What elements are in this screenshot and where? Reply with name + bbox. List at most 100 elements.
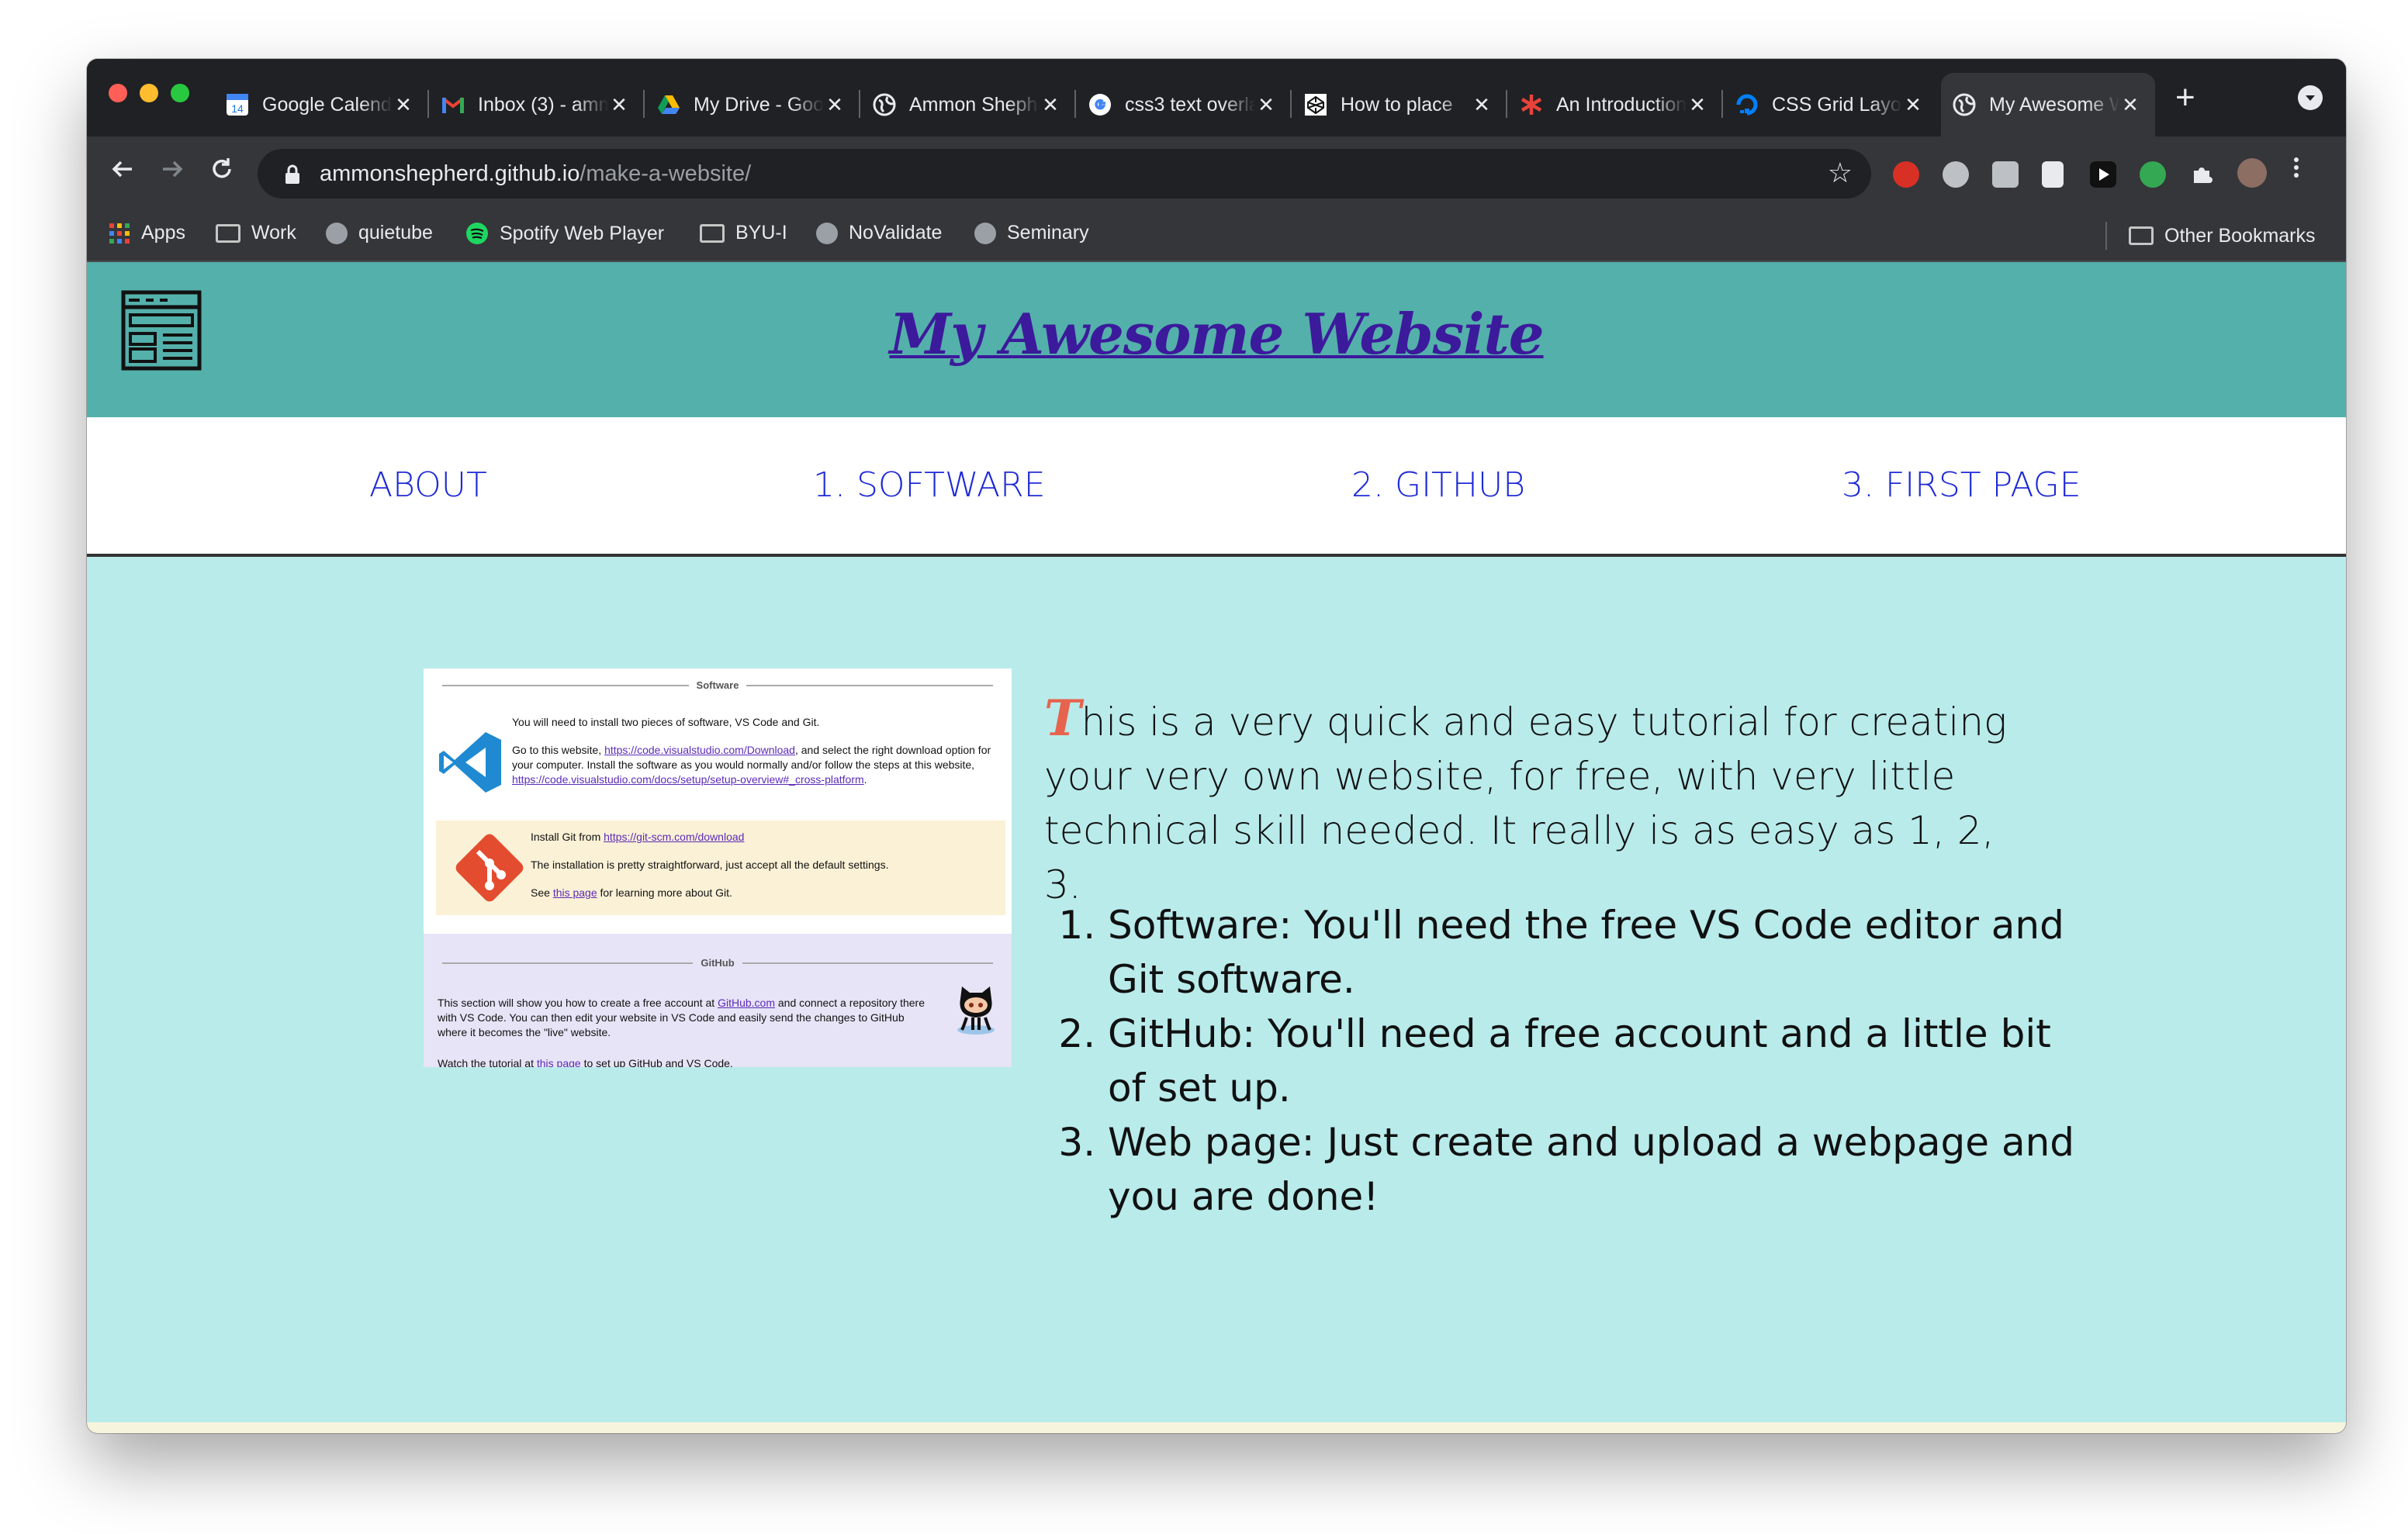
other-bookmarks[interactable]: Other Bookmarks [2105,222,2316,250]
preview-github-section: GitHub This section will show you how to… [424,934,1012,1067]
preview-github-cut-link[interactable]: this page [537,1057,581,1067]
vscode-logo-icon [439,732,501,793]
lock-icon [284,164,301,184]
tab-title: An Introduction [1556,93,1687,116]
camera-extension-icon[interactable] [1992,161,2019,188]
preview-heading-text: Software [696,679,739,691]
puzzle-extensions-icon[interactable] [2189,161,2216,188]
address-bar[interactable]: ammonshepherd.github.io/make-a-website/ … [258,149,1871,199]
bookmarks-bar: Apps Work quietube Spotify Web Player BY… [87,211,2346,262]
tab-separator [643,90,645,118]
bookmark-byu-i[interactable]: BYU-I [700,222,787,244]
tab-close-icon[interactable]: ✕ [1687,93,1708,117]
url-path: /make-a-website/ [580,161,752,186]
tab-close-icon[interactable]: ✕ [1040,93,1061,117]
tab-title: Ammon Shepherd [909,93,1040,116]
preview-heading-text: GitHub [701,957,735,969]
asterisk-icon [1519,92,1544,117]
tab-my-awesome-website[interactable]: My Awesome Website ✕ [1941,73,2155,136]
document-extension-icon[interactable] [2042,161,2064,188]
bookmark-seminary[interactable]: Seminary [974,222,1089,244]
list-item: Software: You'll need the free VS Code e… [1108,898,2085,1007]
bookmark-apps[interactable]: Apps [109,222,185,244]
grammarly-extension-icon[interactable] [2140,161,2166,188]
folder-icon [216,223,240,243]
spotify-icon [466,223,488,244]
close-window-button[interactable] [109,84,127,102]
tab-title: How to place [1341,93,1453,116]
globe-icon [974,222,996,244]
tab-css3-text-overlay[interactable]: css3 text overlay ✕ [1077,73,1292,136]
tab-ammon-shepherd[interactable]: Ammon Shepherd ✕ [861,73,1076,136]
bookmark-label: Work [251,222,296,244]
tab-gmail[interactable]: Inbox (3) - ammon ✕ [430,73,645,136]
back-button[interactable] [107,154,138,195]
profile-avatar[interactable] [2237,158,2267,188]
folder-icon [2129,226,2154,245]
preview-vscode-text: Go to this website, https://code.visuals… [512,743,1001,787]
adblock-extension-icon[interactable] [1893,161,1919,188]
bookmark-label: Apps [141,222,185,244]
preview-git-see-link[interactable]: this page [553,886,597,899]
preview-github-link[interactable]: GitHub.com [718,997,775,1009]
preview-git-download-link[interactable]: https://git-scm.com/download [604,831,744,843]
preview-github-cut-1: Watch the tutorial at [438,1057,537,1067]
forward-button[interactable] [157,154,188,195]
tab-title: Inbox (3) - ammon [478,93,608,116]
preview-git-install-text: Install Git from [531,831,604,843]
tab-title: My Drive - Google [694,93,824,116]
tab-close-icon[interactable]: ✕ [824,93,846,117]
nav-about[interactable]: ABOUT [369,465,487,505]
nav-software[interactable]: 1. SOFTWARE [813,465,1046,505]
tab-search-button[interactable] [2298,85,2323,110]
web-page: My Awesome Website ABOUT 1. SOFTWARE 2. … [87,262,2346,1433]
preview-github-text: This section will show you how to create… [438,996,926,1040]
preview-vscode-setup-link[interactable]: https://code.visualstudio.com/docs/setup… [512,773,864,786]
tab-google-drive[interactable]: My Drive - Google ✕ [645,73,860,136]
maximize-window-button[interactable] [171,84,189,102]
tab-css-grid-layout[interactable]: CSS Grid Layout ✕ [1724,73,1938,136]
arrow-right-icon [163,161,183,178]
tab-close-icon[interactable]: ✕ [2119,93,2141,117]
google-icon [1088,92,1112,117]
tab-strip: 14 Google Calendar ✕ Inbox (3) - ammon ✕… [87,59,2346,136]
bookmark-spotify[interactable]: Spotify Web Player [465,222,664,245]
nav-first-page[interactable]: 3. FIRST PAGE [1842,465,2081,505]
nav-github[interactable]: 2. GITHUB [1351,465,1525,505]
browser-toolbar: ammonshepherd.github.io/make-a-website/ … [87,136,2346,211]
preview-github-text-1: This section will show you how to create… [438,997,718,1009]
site-title-link[interactable]: My Awesome Website [87,301,2346,367]
globe-icon [872,92,897,117]
tab-close-icon[interactable]: ✕ [1471,93,1493,117]
preview-github-heading: GitHub [442,957,994,969]
tab-title: css3 text overlay [1125,93,1255,116]
tab-google-calendar[interactable]: 14 Google Calendar ✕ [214,73,429,136]
bookmark-label: Seminary [1007,222,1089,244]
tab-close-icon[interactable]: ✕ [1255,93,1277,117]
tutorial-preview-image: Software You will need to install two pi… [424,669,1012,1067]
play-extension-icon[interactable] [2090,161,2116,188]
digitalocean-icon [1735,92,1759,117]
bookmark-work[interactable]: Work [216,222,296,244]
reload-button[interactable] [206,154,237,195]
bookmark-label: BYU-I [735,222,787,244]
bookmark-quietube[interactable]: quietube [326,222,433,244]
url-host: ammonshepherd.github.io [320,161,580,186]
new-tab-button[interactable]: + [2175,81,2195,115]
tab-close-icon[interactable]: ✕ [1902,93,1924,117]
tab-title: Google Calendar [262,93,393,116]
tab-separator [1721,90,1723,118]
bookmark-star-icon[interactable]: ☆ [1828,157,1853,189]
tab-how-to-place[interactable]: How to place ✕ [1292,73,1507,136]
tab-close-icon[interactable]: ✕ [393,93,414,117]
tab-close-icon[interactable]: ✕ [608,93,630,117]
calendar-icon: 14 [225,92,250,117]
minimize-window-button[interactable] [140,84,158,102]
preview-git-section: Install Git from https://git-scm.com/dow… [436,821,1005,915]
bookmark-novalidate[interactable]: NoValidate [816,222,942,244]
menu-button[interactable] [2289,152,2304,193]
tab-separator [1506,90,1507,118]
tab-an-introduction[interactable]: An Introduction ✕ [1508,73,1723,136]
gear-extension-icon[interactable] [1943,161,1969,188]
preview-vscode-download-link[interactable]: https://code.visualstudio.com/Download [604,744,795,756]
